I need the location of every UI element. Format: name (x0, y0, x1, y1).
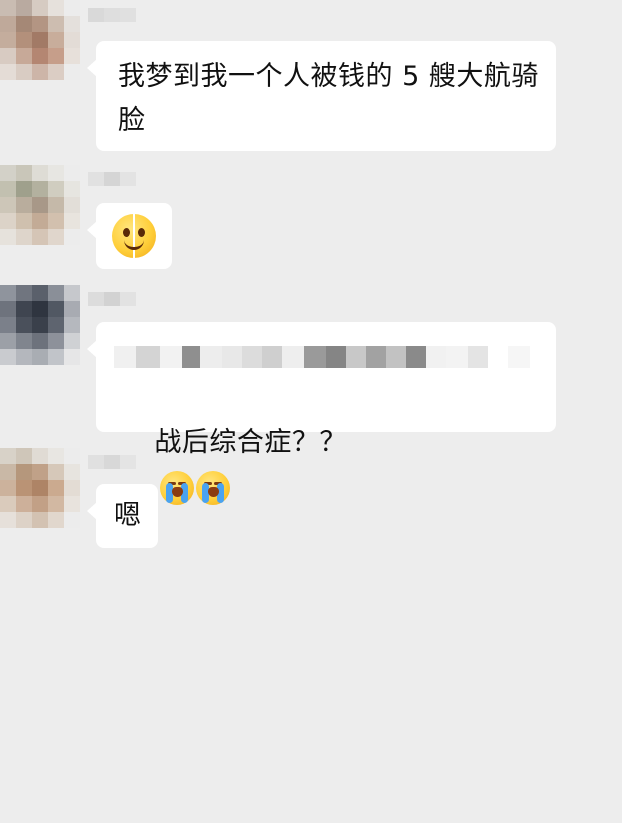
sender-name-blurred (88, 292, 136, 306)
emoji-mouth (124, 238, 144, 250)
avatar[interactable] (0, 448, 80, 528)
emoji-eye (138, 228, 145, 237)
message-text-content: 战后综合症？？ (154, 427, 347, 458)
message-bubble[interactable]: 嗯 (87, 484, 158, 548)
sender-name-blurred (88, 8, 136, 22)
message-bubble[interactable]: 战后综合症？？ (87, 322, 556, 505)
avatar[interactable] (0, 0, 80, 80)
sender-name-blurred (88, 455, 136, 469)
cracked-smiling-face-emoji (112, 214, 156, 258)
message-bubble[interactable]: 我梦到我一个人被钱的 5 艘大航骑 脸 (87, 41, 556, 151)
message-bubble[interactable] (87, 203, 172, 269)
message-text: 我梦到我一个人被钱的 5 艘大航骑 脸 (118, 61, 539, 136)
crack-line (133, 214, 135, 258)
loudly-crying-face-emoji (160, 470, 195, 505)
emoji-eye (123, 228, 130, 237)
sender-name-blurred (88, 172, 136, 186)
message-text: 嗯 (114, 500, 142, 531)
avatar[interactable] (0, 285, 80, 365)
loudly-crying-face-emoji (196, 470, 231, 505)
redacted-text (114, 342, 530, 372)
avatar[interactable] (0, 165, 80, 245)
